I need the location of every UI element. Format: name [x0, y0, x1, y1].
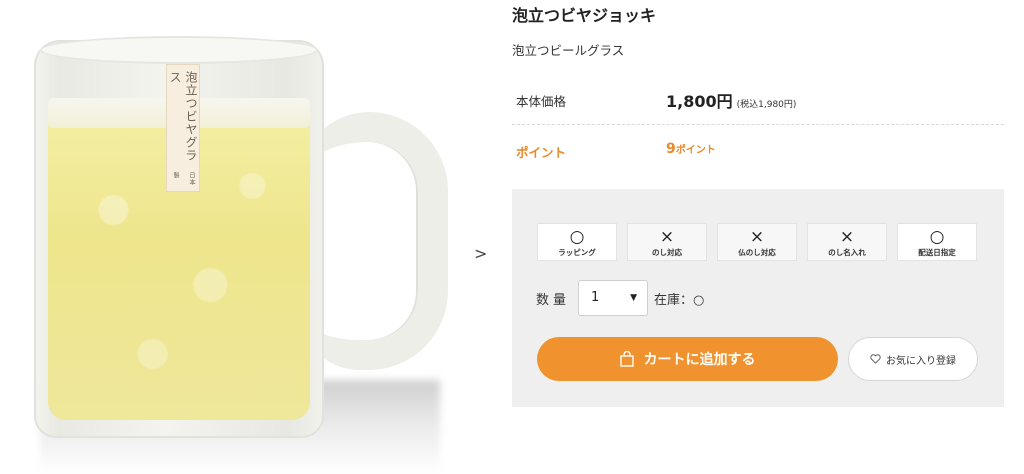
divider: [512, 124, 1004, 125]
point-label: ポイント: [516, 145, 567, 160]
price-amount: 1,800円: [666, 92, 733, 111]
heart-icon: [870, 354, 881, 364]
add-to-favorites-button[interactable]: お気に入り登録: [848, 337, 978, 381]
feature-wrapping: ○ ラッピング: [537, 223, 617, 261]
point-value: 9ポイント: [666, 141, 716, 157]
product-title: 泡立つビヤジョッキ: [512, 6, 657, 25]
mug-label: 泡立つビヤグラス 日本製: [166, 64, 200, 192]
feature-label: 仏のし対応: [738, 248, 776, 257]
mug-label-small: 日本製: [172, 171, 195, 186]
product-subtitle: 泡立つビールグラス: [512, 43, 625, 58]
feature-mark: ×: [659, 227, 675, 247]
purchase-panel: ○ ラッピング × のし対応 × 仏のし対応 × のし名入れ ○ 配送日指定 数…: [512, 189, 1004, 407]
quantity-value: 1: [591, 290, 600, 305]
point-unit: ポイント: [675, 145, 716, 156]
quantity-label: 数量: [536, 293, 571, 308]
stock-status: 在庫：○: [654, 293, 705, 308]
feature-label: 配送日指定: [918, 248, 956, 257]
point-row: ポイント 9ポイント: [512, 141, 1004, 163]
feature-delivery-date: ○ 配送日指定: [897, 223, 977, 261]
price-tax-included: (税込1,980円): [736, 100, 797, 110]
mug-rim: [40, 36, 318, 64]
feature-mark: ×: [839, 227, 855, 247]
feature-label: のし対応: [652, 248, 682, 257]
add-to-cart-label: カートに追加する: [643, 352, 756, 368]
add-to-favorites-label: お気に入り登録: [886, 355, 956, 367]
feature-mark: ○: [569, 227, 585, 247]
mug-label-main: 泡立つビヤグラス: [168, 71, 198, 162]
feature-noshi-name: × のし名入れ: [807, 223, 887, 261]
feature-label: のし名入れ: [828, 248, 866, 257]
feature-buddhist-noshi: × 仏のし対応: [717, 223, 797, 261]
feature-mark: ○: [929, 227, 945, 247]
price-row: 本体価格 1,800円 (税込1,980円): [512, 88, 1004, 112]
quantity-select[interactable]: 1 ▼: [578, 280, 648, 316]
add-to-cart-button[interactable]: カートに追加する: [537, 337, 838, 381]
shopping-bag-icon: [619, 351, 634, 367]
product-image-gallery: 泡立つビヤグラス 日本製: [0, 0, 460, 474]
feature-mark: ×: [749, 227, 765, 247]
chevron-down-icon: ▼: [630, 293, 637, 303]
point-amount: 9: [666, 141, 676, 157]
feature-noshi: × のし対応: [627, 223, 707, 261]
price-value: 1,800円 (税込1,980円): [666, 88, 796, 112]
feature-label: ラッピング: [558, 248, 596, 257]
chevron-right-icon[interactable]: >: [474, 244, 487, 263]
price-label: 本体価格: [516, 94, 567, 109]
